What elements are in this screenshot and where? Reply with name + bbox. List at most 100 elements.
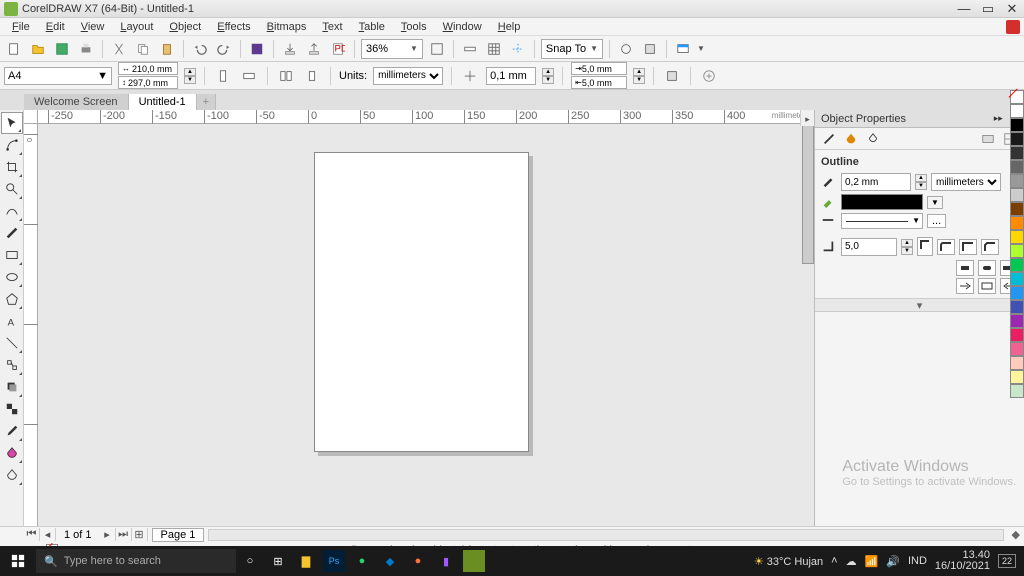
wifi-icon[interactable]: 📶 (865, 555, 879, 568)
snap-to-combo[interactable]: Snap To ▼ (541, 39, 603, 59)
treat-as-filled-button[interactable] (662, 66, 682, 86)
dropdown-icon[interactable]: ▼ (927, 196, 943, 209)
color-swatch[interactable] (1010, 174, 1024, 188)
panel-icon[interactable] (980, 131, 996, 147)
search-content-button[interactable] (247, 39, 267, 59)
account-icon[interactable] (1006, 20, 1020, 34)
cap-opt-2[interactable] (978, 260, 996, 276)
explorer-icon[interactable]: ▇ (292, 546, 320, 576)
menu-edit[interactable]: Edit (38, 21, 73, 33)
color-swatch[interactable] (1010, 328, 1024, 342)
menu-table[interactable]: Table (351, 21, 393, 33)
drop-shadow-tool[interactable] (1, 376, 23, 398)
outline-color-picker[interactable] (841, 194, 923, 210)
color-swatch[interactable] (1010, 384, 1024, 398)
paste-button[interactable] (157, 39, 177, 59)
connector-tool[interactable] (1, 354, 23, 376)
menu-help[interactable]: Help (490, 21, 529, 33)
transparency-tool[interactable] (1, 398, 23, 420)
shape-tool[interactable] (1, 134, 23, 156)
expand-section-button[interactable]: ▾ (815, 298, 1024, 312)
vertical-ruler[interactable]: 0 (24, 124, 38, 526)
color-swatch[interactable] (1010, 104, 1024, 118)
first-page-button[interactable]: ⏮ (24, 528, 40, 541)
new-button[interactable] (4, 39, 24, 59)
tray-chevron-icon[interactable]: ˄ (831, 555, 837, 567)
print-button[interactable] (76, 39, 96, 59)
color-swatch[interactable] (1010, 118, 1024, 132)
hscrollbar[interactable] (208, 529, 1003, 541)
show-grid-button[interactable] (484, 39, 504, 59)
menu-file[interactable]: File (4, 21, 38, 33)
width-spinner[interactable]: ▲▼ (915, 174, 927, 190)
ellipse-tool[interactable] (1, 266, 23, 288)
export-button[interactable] (304, 39, 324, 59)
weather-widget[interactable]: ☀ 33°C Hujan (754, 555, 823, 568)
rectangle-tool[interactable] (1, 244, 23, 266)
corner-opt-2[interactable] (959, 239, 977, 255)
minimize-button[interactable]: — (956, 1, 972, 17)
color-swatch[interactable] (1010, 314, 1024, 328)
outline-units-combo[interactable]: millimeters (931, 173, 1001, 191)
tab-welcome[interactable]: Welcome Screen (24, 94, 129, 110)
firefox-icon[interactable]: ● (404, 546, 432, 576)
maximize-button[interactable]: ▭ (980, 1, 996, 17)
page-width-input[interactable]: ↔210,0 mm (118, 62, 178, 75)
outline-width-input[interactable] (841, 173, 911, 191)
color-swatch[interactable] (1010, 230, 1024, 244)
cut-button[interactable] (109, 39, 129, 59)
cortana-icon[interactable]: ○ (236, 546, 264, 576)
close-button[interactable]: ✕ (1004, 1, 1020, 17)
tab-document[interactable]: Untitled-1 (129, 94, 197, 110)
new-tab-button[interactable]: + (197, 94, 216, 110)
coreldraw-icon[interactable] (463, 550, 485, 572)
pagesize-combo[interactable]: A4▼ (4, 67, 112, 85)
launch-button[interactable] (673, 39, 693, 59)
dropdown-icon[interactable]: ▼ (697, 44, 705, 53)
options-button[interactable] (616, 39, 636, 59)
cap-opt-1[interactable] (956, 260, 974, 276)
color-swatch[interactable] (1010, 244, 1024, 258)
save-button[interactable] (52, 39, 72, 59)
parallel-dim-tool[interactable] (1, 332, 23, 354)
units-combo[interactable]: millimeters (373, 67, 443, 85)
import-button[interactable] (280, 39, 300, 59)
language-indicator[interactable]: IND (908, 555, 927, 567)
vscrollbar[interactable] (802, 124, 814, 264)
all-pages-button[interactable] (276, 66, 296, 86)
last-page-button[interactable]: ⏭ (116, 528, 132, 541)
canvas-area[interactable]: -250 -200 -150 -100 -50 0 50 100 150 200… (24, 110, 814, 526)
color-swatch[interactable] (1010, 188, 1024, 202)
publish-pdf-button[interactable]: PDF (328, 39, 348, 59)
color-swatch[interactable] (1010, 202, 1024, 216)
options2-button[interactable] (640, 39, 660, 59)
color-swatch[interactable] (1010, 286, 1024, 300)
arrow-start-button[interactable] (956, 278, 974, 294)
nudge-spinner[interactable]: ▲▼ (542, 68, 554, 84)
zoom-tool[interactable] (1, 178, 23, 200)
redo-button[interactable] (214, 39, 234, 59)
freehand-tool[interactable] (1, 200, 23, 222)
no-color-swatch[interactable] (1010, 90, 1024, 104)
color-swatch[interactable] (1010, 132, 1024, 146)
color-swatch[interactable] (1010, 146, 1024, 160)
ruler-origin[interactable] (24, 110, 38, 124)
crop-tool[interactable] (1, 156, 23, 178)
expand-dockers-icon[interactable]: ▸ (802, 114, 814, 126)
clock[interactable]: 13.4016/10/2021 (935, 550, 990, 572)
open-button[interactable] (28, 39, 48, 59)
outline-tab-icon[interactable] (821, 131, 837, 147)
figma-icon[interactable]: ▮ (432, 546, 460, 576)
landscape-button[interactable] (239, 66, 259, 86)
zoom-input[interactable] (366, 43, 406, 55)
page-tab[interactable]: Page 1 (152, 528, 205, 542)
nav-diamond-icon[interactable]: ◆ (1008, 528, 1024, 541)
task-view-icon[interactable]: ⊞ (264, 546, 292, 576)
corner-opt-1[interactable] (937, 239, 955, 255)
fill-tab-icon[interactable] (843, 131, 859, 147)
corner-opt-3[interactable] (981, 239, 999, 255)
notification-icon[interactable]: 22 (998, 554, 1016, 568)
color-eyedropper-tool[interactable] (1, 420, 23, 442)
next-page-button[interactable]: ▸ (100, 528, 116, 541)
color-swatch[interactable] (1010, 342, 1024, 356)
